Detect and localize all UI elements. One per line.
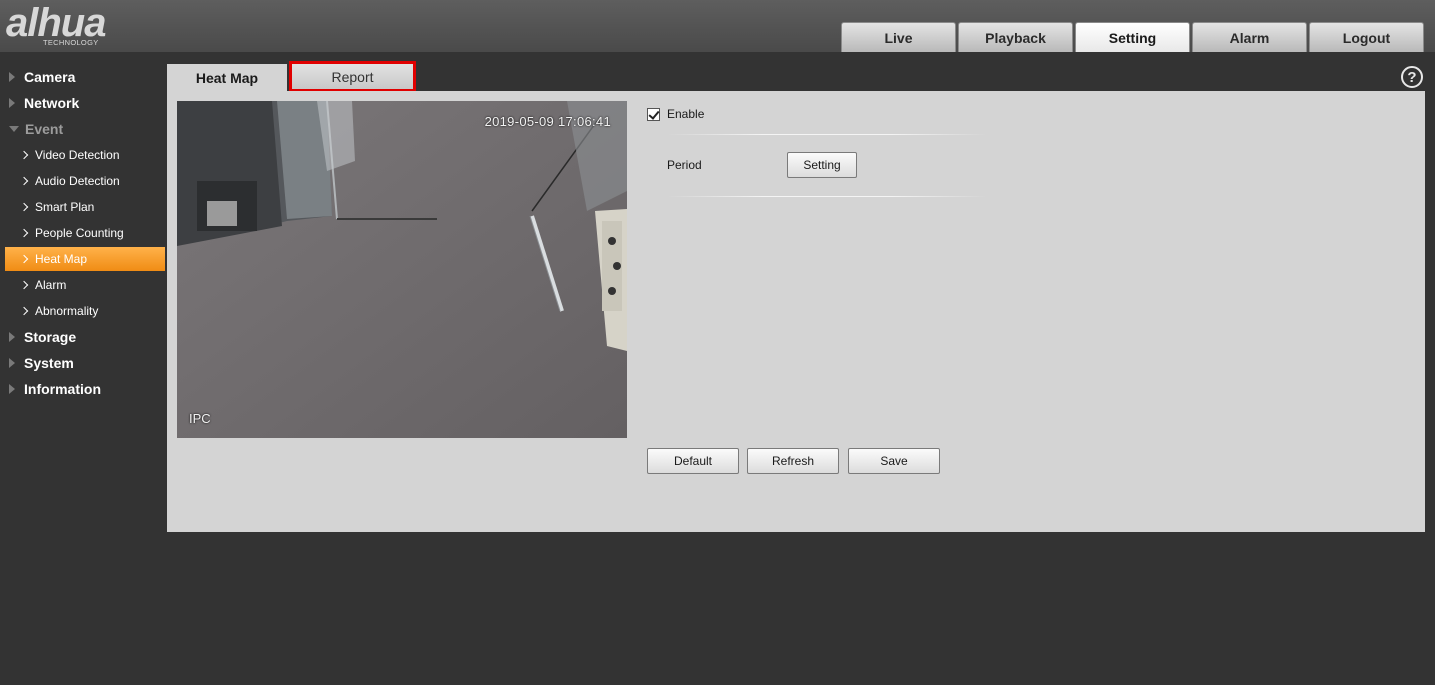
- tab-heat-map[interactable]: Heat Map: [167, 64, 287, 91]
- nav-tab-live[interactable]: Live: [841, 22, 956, 52]
- tab-report[interactable]: Report: [289, 61, 416, 92]
- chevron-right-icon: [19, 176, 29, 186]
- sidebar-group-label: Camera: [24, 69, 76, 85]
- sidebar-item-video-detection[interactable]: Video Detection: [0, 142, 165, 168]
- collapse-arrow-icon: [9, 126, 19, 132]
- osd-channel-name: IPC: [189, 411, 211, 426]
- top-header: alhua TECHNOLOGY Live Playback Setting A…: [0, 0, 1435, 52]
- sidebar-item-label: Alarm: [35, 278, 67, 292]
- sidebar-group-label: Network: [24, 95, 80, 111]
- live-video-preview: 2019-05-09 17:06:41 IPC: [177, 101, 627, 438]
- expand-arrow-icon: [9, 358, 15, 368]
- enable-row: Enable: [647, 106, 704, 122]
- sidebar-item-people-counting[interactable]: People Counting: [0, 220, 165, 246]
- period-label: Period: [667, 158, 702, 172]
- sidebar-menu: Camera Network Event Video Detection Aud…: [0, 64, 165, 402]
- nav-tab-playback[interactable]: Playback: [958, 22, 1073, 52]
- sidebar-group-label: System: [24, 355, 74, 371]
- divider: [667, 134, 987, 135]
- nav-tab-logout[interactable]: Logout: [1309, 22, 1424, 52]
- sidebar-group-event[interactable]: Event: [0, 116, 165, 142]
- expand-arrow-icon: [9, 384, 15, 394]
- chevron-right-icon: [19, 228, 29, 238]
- enable-label: Enable: [667, 107, 705, 121]
- expand-arrow-icon: [9, 332, 15, 342]
- sidebar-item-audio-detection[interactable]: Audio Detection: [0, 168, 165, 194]
- refresh-button[interactable]: Refresh: [747, 448, 839, 474]
- sidebar-group-label: Storage: [24, 329, 77, 345]
- heat-map-panel: 2019-05-09 17:06:41 IPC Enable Period Se…: [167, 91, 1425, 532]
- sidebar-group-camera[interactable]: Camera: [0, 64, 165, 90]
- expand-arrow-icon: [9, 98, 15, 108]
- camera-scene-image: [177, 101, 627, 438]
- content-area: Heat Map Report ? 2019-05-09 17:06:41 IP…: [167, 61, 1425, 532]
- sidebar-item-abnormality[interactable]: Abnormality: [0, 298, 165, 324]
- sidebar-group-label: Information: [24, 381, 101, 397]
- chevron-right-icon: [19, 254, 29, 264]
- sidebar-item-alarm[interactable]: Alarm: [0, 272, 165, 298]
- chevron-right-icon: [19, 306, 29, 316]
- period-setting-button[interactable]: Setting: [787, 152, 857, 178]
- chevron-right-icon: [19, 280, 29, 290]
- chevron-right-icon: [19, 202, 29, 212]
- sidebar-item-label: Heat Map: [35, 252, 88, 266]
- sidebar-item-smart-plan[interactable]: Smart Plan: [0, 194, 165, 220]
- expand-arrow-icon: [9, 72, 15, 82]
- sidebar-item-label: Abnormality: [35, 304, 99, 318]
- sidebar-item-label: Smart Plan: [35, 200, 95, 214]
- default-button[interactable]: Default: [647, 448, 739, 474]
- nav-tab-alarm[interactable]: Alarm: [1192, 22, 1307, 52]
- sidebar-group-information[interactable]: Information: [0, 376, 165, 402]
- divider: [667, 196, 987, 197]
- sidebar-group-system[interactable]: System: [0, 350, 165, 376]
- sidebar-item-label: Video Detection: [35, 148, 120, 162]
- sidebar-item-heat-map[interactable]: Heat Map: [5, 247, 165, 271]
- sidebar-group-storage[interactable]: Storage: [0, 324, 165, 350]
- help-icon[interactable]: ?: [1401, 66, 1423, 88]
- dahua-logo: alhua TECHNOLOGY: [6, 2, 151, 48]
- save-button[interactable]: Save: [848, 448, 940, 474]
- chevron-right-icon: [19, 150, 29, 160]
- osd-timestamp: 2019-05-09 17:06:41: [484, 114, 611, 129]
- subtab-bar: Heat Map Report ?: [167, 61, 1425, 92]
- nav-tab-setting[interactable]: Setting: [1075, 22, 1190, 52]
- sidebar-group-network[interactable]: Network: [0, 90, 165, 116]
- enable-checkbox[interactable]: [647, 107, 660, 121]
- main-nav: Live Playback Setting Alarm Logout: [841, 22, 1424, 52]
- sidebar-group-label: Event: [25, 121, 64, 137]
- logo-tagline: TECHNOLOGY: [43, 38, 99, 47]
- sidebar-item-label: Audio Detection: [35, 174, 120, 188]
- sidebar-item-label: People Counting: [35, 226, 124, 240]
